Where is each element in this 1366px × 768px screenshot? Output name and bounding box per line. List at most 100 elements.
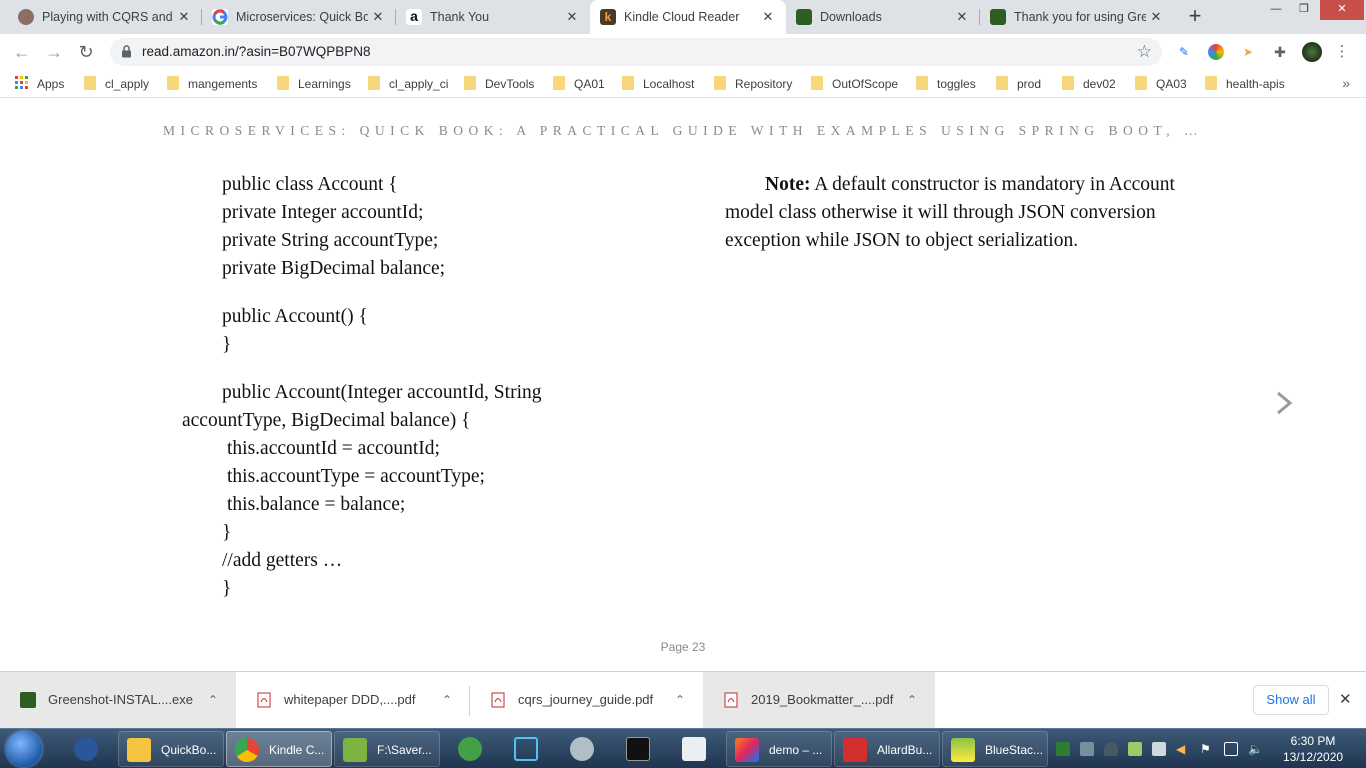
clock-app-icon [458, 737, 482, 761]
more-bookmarks-button[interactable]: » [1342, 75, 1350, 91]
bookmark-folder[interactable]: QA03 [1135, 76, 1187, 92]
folder-icon [127, 738, 151, 762]
volume-icon[interactable]: ◀ [1176, 742, 1190, 756]
bookmark-label: toggles [937, 77, 976, 91]
folder-icon [996, 76, 1008, 90]
command-prompt-icon [626, 737, 650, 761]
bookmark-folder[interactable]: Learnings [277, 76, 351, 92]
download-item[interactable]: Greenshot-INSTAL....exe ⌃ [0, 672, 236, 729]
back-button[interactable]: ← [10, 40, 34, 64]
tab-kindle-cloud-reader[interactable]: k Kindle Cloud Reader ✕ [590, 0, 786, 34]
taskbar-pinned-app[interactable] [68, 731, 104, 767]
code-line: private BigDecimal balance; [222, 258, 446, 279]
close-shelf-icon[interactable]: ✕ [1339, 690, 1352, 708]
close-tab-icon[interactable]: ✕ [1148, 9, 1164, 25]
folder-icon [553, 76, 565, 90]
taskbar-button[interactable]: Kindle C... [226, 731, 332, 767]
chevron-up-icon[interactable]: ⌃ [675, 692, 685, 708]
extensions-puzzle-icon[interactable]: ✚ [1272, 44, 1288, 60]
editor-e-icon [514, 737, 538, 761]
address-bar[interactable]: read.amazon.in/?asin=B07WQPBPN8 ☆ [110, 38, 1162, 66]
close-tab-icon[interactable]: ✕ [954, 9, 970, 25]
taskbar-button[interactable]: AllardBu... [834, 731, 940, 767]
show-all-button[interactable]: Show all [1253, 685, 1329, 715]
bookmark-folder[interactable]: Repository [714, 76, 792, 92]
bookmark-folder[interactable]: Localhost [622, 76, 694, 92]
color-extension-icon[interactable] [1208, 44, 1224, 60]
tray-app-icon[interactable] [1080, 742, 1094, 756]
close-tab-icon[interactable]: ✕ [370, 9, 386, 25]
bookmark-folder[interactable]: DevTools [464, 76, 534, 92]
chevron-up-icon[interactable]: ⌃ [907, 692, 917, 708]
bookmark-folder[interactable]: cl_apply [84, 76, 149, 92]
taskbar-button[interactable]: QuickBo... [118, 731, 224, 767]
forward-button[interactable]: → [42, 40, 66, 64]
network-tray-icon[interactable] [1152, 742, 1166, 756]
display-icon[interactable] [1224, 742, 1238, 756]
greenshot-tray-icon[interactable] [1056, 742, 1070, 756]
next-page-button[interactable] [1272, 391, 1296, 415]
bookmark-star-icon[interactable]: ☆ [1137, 42, 1152, 62]
bookmark-folder[interactable]: OutOfScope [811, 76, 898, 92]
taskbar-button[interactable]: F:\Saver... [334, 731, 440, 767]
arrow-extension-icon[interactable]: ➤ [1240, 44, 1256, 60]
chevron-up-icon[interactable]: ⌃ [442, 692, 452, 708]
taskbar-pinned-app[interactable] [564, 731, 600, 767]
tab-thank-you[interactable]: a Thank You ✕ [396, 0, 590, 34]
bookmark-folder[interactable]: prod [996, 76, 1041, 92]
chevron-up-icon[interactable]: ⌃ [208, 692, 218, 708]
note-paragraph: Note: A default constructor is mandatory… [725, 171, 1205, 255]
close-tab-icon[interactable]: ✕ [760, 9, 776, 25]
taskbar-pinned-app[interactable] [620, 731, 656, 767]
bookmark-folder[interactable]: mangements [167, 76, 257, 92]
close-window-button[interactable]: ✕ [1320, 0, 1364, 20]
taskbar-label: AllardBu... [877, 743, 933, 757]
folder-icon [84, 76, 96, 90]
code-line: public class Account { [222, 174, 398, 195]
speaker-icon[interactable]: 🔈 [1248, 742, 1263, 756]
taskbar-pinned-app[interactable] [452, 731, 488, 767]
taskbar-pinned-app[interactable] [676, 731, 712, 767]
tab-playing-with-cqrs[interactable]: Playing with CQRS and E ✕ [8, 0, 202, 34]
menu-kebab-icon[interactable]: ⋮ [1334, 44, 1350, 60]
eyedropper-extension-icon[interactable]: ✎ [1176, 44, 1192, 60]
bookmark-apps[interactable]: Apps [15, 76, 64, 92]
taskbar-button[interactable]: BlueStac... [942, 731, 1048, 767]
tab-microservices-quick-book[interactable]: Microservices: Quick Boo ✕ [202, 0, 396, 34]
bookmark-folder[interactable]: cl_apply_ci [368, 76, 448, 92]
download-item[interactable]: cqrs_journey_guide.pdf ⌃ [470, 672, 703, 729]
bookmark-folder[interactable]: dev02 [1062, 76, 1116, 92]
restore-button[interactable]: ❐ [1290, 0, 1318, 20]
bookmark-folder[interactable]: QA01 [553, 76, 605, 92]
bookmark-folder[interactable]: toggles [916, 76, 976, 92]
tab-thank-you-greenshot[interactable]: Thank you for using Gre ✕ [980, 0, 1174, 34]
bookmark-label: Learnings [298, 77, 351, 91]
minimize-button[interactable]: — [1262, 0, 1290, 20]
greenshot-favicon-icon [796, 9, 812, 25]
bookmark-folder[interactable]: health-apis [1205, 76, 1285, 92]
download-filename: cqrs_journey_guide.pdf [518, 692, 654, 707]
folder-icon [1062, 76, 1074, 90]
close-tab-icon[interactable]: ✕ [564, 9, 580, 25]
download-item[interactable]: whitepaper DDD,....pdf ⌃ [236, 672, 470, 729]
google-favicon-icon [212, 9, 228, 25]
close-tab-icon[interactable]: ✕ [176, 9, 192, 25]
flag-icon[interactable]: ⚑ [1200, 742, 1214, 756]
start-button[interactable] [6, 731, 42, 767]
shield-icon[interactable] [1104, 742, 1118, 756]
tab-downloads[interactable]: Downloads ✕ [786, 0, 980, 34]
reload-button[interactable]: ↻ [74, 40, 98, 64]
download-filename: Greenshot-INSTAL....exe [48, 692, 193, 707]
profile-avatar[interactable] [1302, 42, 1322, 62]
download-item[interactable]: 2019_Bookmatter_....pdf ⌃ [703, 672, 935, 729]
code-line: public Account(Integer accountId, String [222, 382, 542, 403]
taskbar-button[interactable]: demo – ... [726, 731, 832, 767]
taskbar-pinned-app[interactable] [508, 731, 544, 767]
download-filename: whitepaper DDD,....pdf [284, 692, 416, 707]
bookmark-label: Localhost [643, 77, 695, 91]
system-clock[interactable]: 6:30 PM 13/12/2020 [1283, 733, 1343, 765]
new-tab-button[interactable]: + [1181, 4, 1209, 30]
folder-icon [622, 76, 634, 90]
tab-title: Thank You [430, 10, 490, 24]
bluestacks-tray-icon[interactable] [1128, 742, 1142, 756]
